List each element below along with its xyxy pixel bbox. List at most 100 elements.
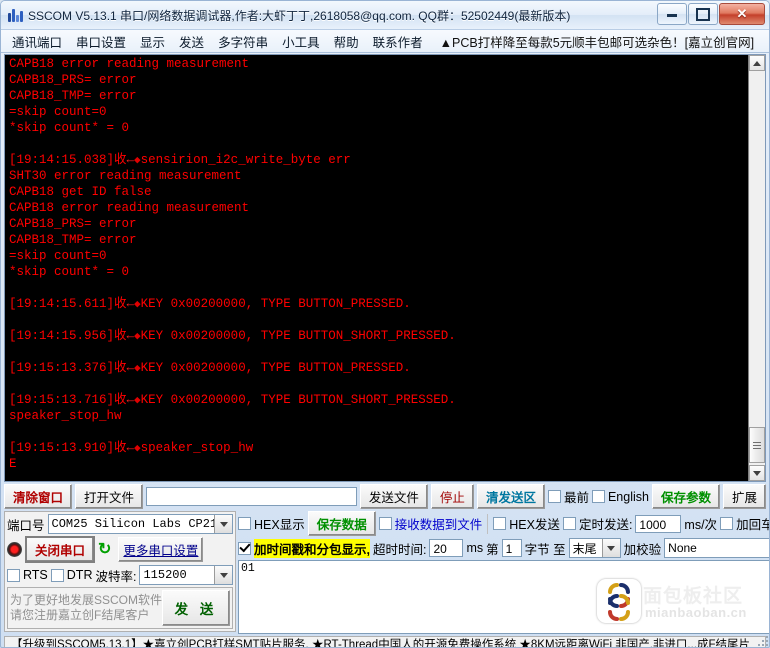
crlf-checkbox[interactable] — [720, 517, 734, 530]
menu-item-comm-port[interactable]: 通讯端口 — [5, 30, 69, 53]
dtr-checkbox[interactable] — [50, 568, 64, 582]
english-checkbox[interactable] — [591, 490, 605, 503]
scroll-up-button[interactable] — [749, 55, 765, 71]
menu-item-display[interactable]: 显示 — [133, 30, 172, 53]
send-textarea[interactable]: 01 — [238, 560, 769, 634]
checksum-select[interactable]: None — [664, 538, 769, 558]
title-bar: SSCOM V5.13.1 串口/网络数据调试器,作者:大虾丁丁,2618058… — [1, 1, 769, 30]
toolbar-row: 清除窗口 打开文件 发送文件 停止 清发送区 最前 English 保存参数 扩… — [4, 484, 766, 509]
menu-item-send[interactable]: 发送 — [172, 30, 211, 53]
timed-send-input[interactable]: 1000 — [635, 514, 682, 533]
terminal-line: [19:15:13.716]收←◆KEY 0x00200000, TYPE BU… — [9, 393, 456, 407]
chevron-down-icon — [753, 470, 761, 476]
baud-select[interactable]: 115200 — [139, 565, 233, 585]
timed-send-checkbox[interactable] — [562, 517, 576, 530]
topmost-checkbox[interactable] — [547, 490, 561, 503]
timestamp-options-row: 加时间戳和分包显示, 超时时间: 20 ms 第 1 字节 至 末尾 加校验 N… — [238, 538, 769, 558]
terminal-line: CAPB18_TMP= error — [9, 89, 137, 103]
divider — [487, 513, 489, 534]
lower-panels: 端口号 COM25 Silicon Labs CP210x 关闭串口 ↻ 更多串… — [4, 511, 769, 634]
byte-to-select[interactable]: 末尾 — [568, 538, 621, 558]
scrollbar-thumb[interactable] — [749, 427, 765, 463]
terminal-line: [19:15:13.910]收←◆speaker_stop_hw — [9, 441, 254, 455]
menu-item-contact-author[interactable]: 联系作者 — [366, 30, 430, 53]
english-label: English — [607, 489, 649, 504]
send-button[interactable]: 发 送 — [162, 590, 230, 626]
terminal-line: CAPB18_PRS= error — [9, 73, 137, 87]
promo-marquee[interactable]: 【升级到SSCOM5.13.1】★嘉立创PCB打样SMT贴片服务. ★RT-Th… — [4, 636, 766, 647]
clear-send-area-button[interactable]: 清发送区 — [476, 484, 545, 509]
terminal-line: *skip count* = 0 — [9, 265, 130, 279]
menu-item-tools[interactable]: 小工具 — [275, 30, 327, 53]
sscom-window: SSCOM V5.13.1 串口/网络数据调试器,作者:大虾丁丁,2618058… — [0, 0, 770, 648]
close-button[interactable]: ✕ — [719, 3, 765, 25]
terminal-line: speaker_stop_hw — [9, 409, 122, 423]
timeout-label: 超时时间: — [372, 542, 427, 557]
recv-to-file-checkbox[interactable] — [378, 517, 392, 530]
byte-from-input[interactable]: 1 — [501, 539, 522, 557]
checksum-select-value: None — [668, 541, 697, 555]
terminal-line: *skip count* = 0 — [9, 121, 130, 135]
timestamp-label: 加时间戳和分包显示, — [254, 538, 370, 558]
save-data-button[interactable]: 保存数据 — [307, 511, 376, 536]
caption-buttons: ✕ — [657, 3, 765, 25]
chevron-down-icon[interactable] — [601, 539, 620, 557]
hex-display-checkbox[interactable] — [238, 517, 251, 530]
timed-send-label: 定时发送: — [578, 518, 633, 532]
file-path-input[interactable] — [146, 487, 357, 506]
port-select[interactable]: COM25 Silicon Labs CP210x — [47, 514, 233, 534]
maximize-button[interactable] — [688, 3, 718, 25]
extend-button[interactable]: 扩展 — [722, 484, 766, 509]
menu-item-port-settings[interactable]: 串口设置 — [69, 30, 133, 53]
terminal-line: =skip count=0 — [9, 105, 107, 119]
receive-options-row: HEX显示 保存数据 接收数据到文件 HEX发送 定时发送: 1000 ms/次… — [238, 511, 769, 536]
checksum-label: 加校验 — [623, 542, 662, 557]
terminal-line: CAPB18 error reading measurement — [9, 201, 250, 215]
open-file-button[interactable]: 打开文件 — [75, 484, 144, 509]
minimize-button[interactable] — [657, 3, 687, 25]
terminal-line: CAPB18_PRS= error — [9, 217, 137, 231]
timeout-input[interactable]: 20 — [429, 539, 464, 557]
menu-item-help[interactable]: 帮助 — [327, 30, 366, 53]
close-port-button[interactable]: 关闭串口 — [25, 536, 96, 563]
stop-button[interactable]: 停止 — [430, 484, 474, 509]
app-icon — [7, 7, 23, 23]
refresh-icon[interactable]: ↻ — [98, 541, 111, 558]
terminal-line: [19:15:13.376]收←◆KEY 0x00200000, TYPE BU… — [9, 361, 411, 375]
clear-window-button[interactable]: 清除窗口 — [4, 484, 73, 509]
terminal-line: SHT30 error reading measurement — [9, 169, 242, 183]
terminal-line: =skip count=0 — [9, 249, 107, 263]
register-promo-box: 为了更好地发展SSCOM软件 请您注册嘉立创F结尾客户 发 送 — [7, 587, 233, 629]
port-settings-panel: 端口号 COM25 Silicon Labs CP210x 关闭串口 ↻ 更多串… — [4, 511, 236, 632]
menu-item-pcb-promo[interactable]: ▲PCB打样降至每款5元顺丰包邮可选杂色！[嘉立创官网] — [430, 30, 761, 53]
chevron-down-icon[interactable] — [214, 566, 232, 584]
register-promo-line2: 请您注册嘉立创F结尾客户 — [10, 608, 150, 622]
terminal-scrollbar[interactable] — [748, 55, 765, 481]
save-params-button[interactable]: 保存参数 — [651, 484, 720, 509]
send-file-button[interactable]: 发送文件 — [359, 484, 428, 509]
flow-control-row: RTS DTR 波特率: 115200 — [7, 565, 233, 585]
rts-checkbox[interactable] — [7, 568, 20, 582]
terminal-output[interactable]: CAPB18 error reading measurement CAPB18_P… — [5, 55, 748, 481]
menu-item-multi-string[interactable]: 多字符串 — [211, 30, 275, 53]
timed-send-unit: ms/次 — [684, 518, 718, 532]
timestamp-checkbox[interactable] — [238, 541, 251, 555]
port-label: 端口号 — [7, 518, 45, 533]
chevron-down-icon[interactable] — [214, 515, 232, 533]
resize-grip[interactable] — [754, 632, 768, 646]
timeout-unit: ms — [466, 541, 484, 555]
options-panel: HEX显示 保存数据 接收数据到文件 HEX发送 定时发送: 1000 ms/次… — [238, 511, 769, 634]
hex-send-checkbox[interactable] — [493, 517, 507, 530]
scroll-down-button[interactable] — [749, 465, 765, 481]
more-port-settings-button[interactable]: 更多串口设置 — [118, 537, 204, 562]
terminal-line: CAPB18 error reading measurement — [9, 57, 250, 71]
terminal-line: CAPB18_TMP= error — [9, 233, 137, 247]
status-led-icon — [7, 542, 22, 557]
byte-from-label: 第 — [486, 542, 499, 557]
port-toggle-row: 关闭串口 ↻ 更多串口设置 — [7, 536, 233, 563]
